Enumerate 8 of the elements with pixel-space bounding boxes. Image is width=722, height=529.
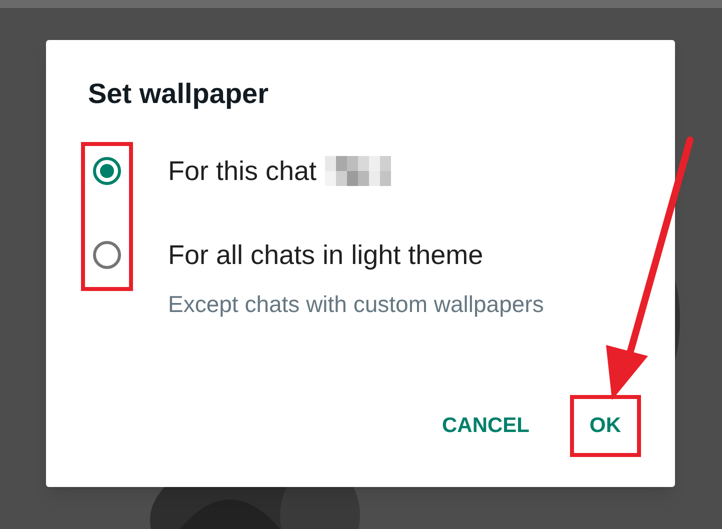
radio-button[interactable] (93, 157, 121, 185)
option-note: Except chats with custom wallpapers (168, 290, 545, 319)
option-label[interactable]: For all chats in light theme (168, 234, 484, 276)
option-label[interactable]: For this chat (168, 150, 317, 192)
dialog-button[interactable]: OK (572, 397, 639, 455)
radio-button[interactable] (93, 241, 121, 269)
dialog-button[interactable]: CANCEL (424, 397, 548, 455)
dialog-title: Set wallpaper (88, 80, 270, 108)
